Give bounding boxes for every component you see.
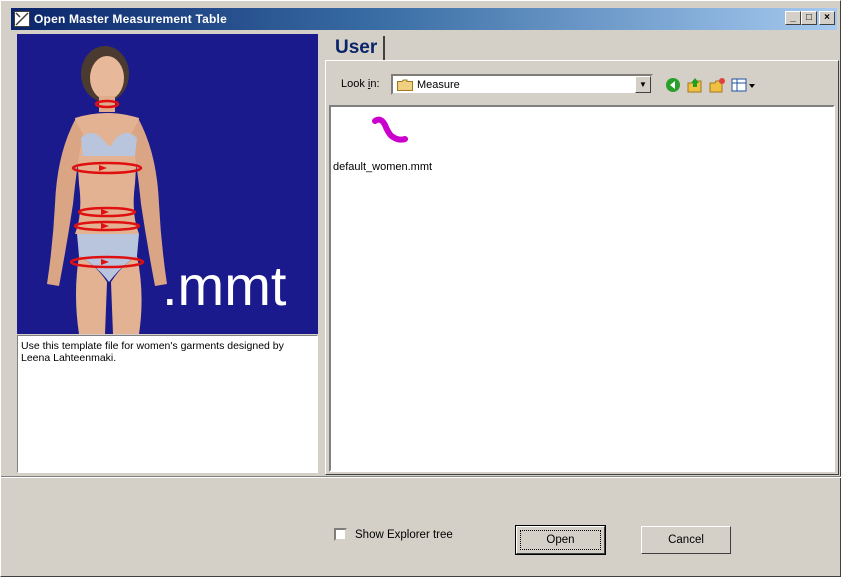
- dropdown-arrow-icon[interactable]: ▼: [635, 76, 651, 93]
- back-icon[interactable]: [664, 77, 682, 93]
- measurement-file-icon: [372, 116, 408, 143]
- open-button[interactable]: Open: [515, 525, 606, 555]
- file-name: default_women.mmt: [333, 161, 433, 173]
- file-extension-label: .mmt: [162, 254, 287, 317]
- view-menu-icon[interactable]: [731, 77, 757, 93]
- app-icon: [14, 11, 30, 27]
- look-in-label: Look in:: [341, 78, 380, 90]
- template-preview-image: .mmt: [17, 34, 318, 334]
- look-in-value: Measure: [417, 78, 460, 91]
- cancel-button[interactable]: Cancel: [641, 526, 731, 554]
- show-explorer-tree-checkbox[interactable]: [334, 528, 347, 541]
- look-in-dropdown[interactable]: Measure ▼: [391, 74, 653, 95]
- window-title: Open Master Measurement Table: [34, 12, 227, 26]
- tab-user[interactable]: User: [329, 36, 386, 60]
- minimize-button[interactable]: _: [785, 11, 801, 25]
- maximize-button[interactable]: □: [801, 11, 817, 25]
- open-button-label: Open: [520, 530, 601, 550]
- close-button[interactable]: ×: [819, 11, 835, 25]
- open-master-measurement-table-dialog: Open Master Measurement Table _ □ × .mmt…: [0, 0, 841, 577]
- up-folder-icon[interactable]: [686, 77, 704, 93]
- template-description: Use this template file for women's garme…: [17, 335, 318, 473]
- file-list[interactable]: default_women.mmt: [329, 105, 835, 472]
- show-explorer-tree-option[interactable]: Show Explorer tree: [334, 528, 453, 541]
- folder-icon: [397, 79, 413, 91]
- new-folder-icon[interactable]: [708, 77, 726, 93]
- footer-divider: [1, 476, 841, 478]
- show-explorer-tree-label: Show Explorer tree: [355, 528, 453, 541]
- title-bar[interactable]: Open Master Measurement Table _ □ ×: [11, 8, 837, 30]
